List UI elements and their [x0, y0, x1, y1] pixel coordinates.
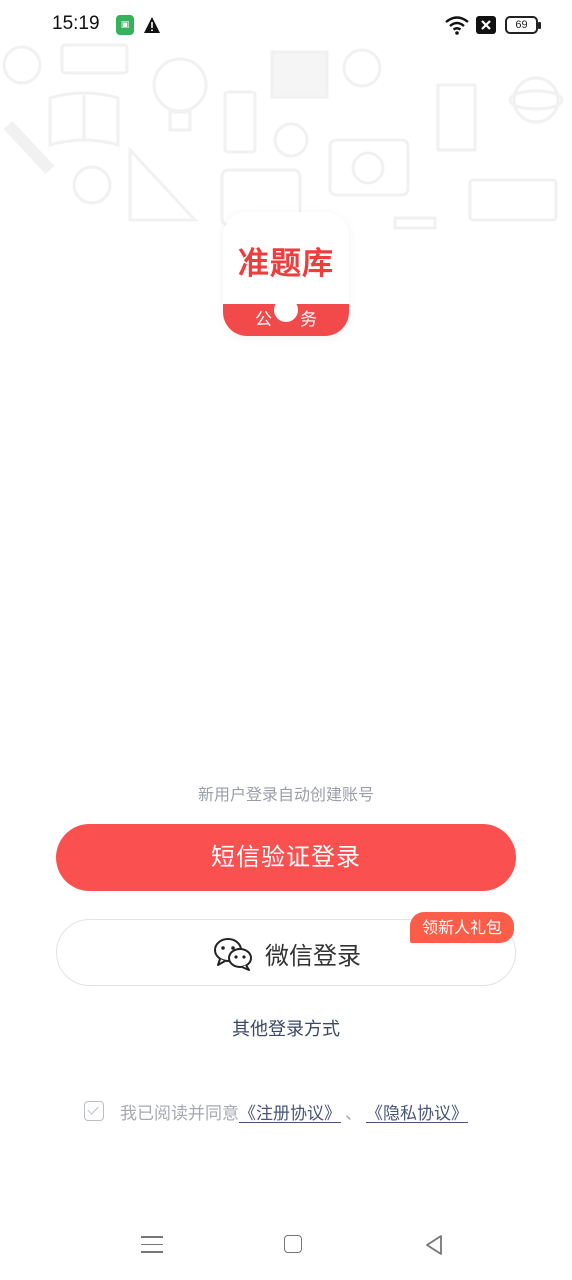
recent-apps-button[interactable] — [141, 1236, 163, 1254]
new-user-hint: 新用户登录自动创建账号 — [197, 785, 374, 804]
app-logo: 准题库 公务 — [223, 212, 349, 336]
status-time: 15:19 — [52, 13, 100, 34]
logo-name: 准题库 — [238, 246, 334, 282]
logo-subtitle: 公务 — [255, 310, 345, 330]
wechat-login-label: 微信登录 — [265, 942, 361, 970]
new-user-gift-badge: 领新人礼包 — [410, 912, 515, 943]
battery-icon: 69 — [505, 16, 541, 34]
wechat-icon — [214, 937, 252, 971]
status-bar: 15:19 ▣ 69 — [0, 0, 572, 52]
other-login-methods-link[interactable]: 其他登录方式 — [0, 1015, 572, 1041]
privacy-agreement-link[interactable]: 《隐私协议》 — [366, 1099, 468, 1124]
warning-icon — [144, 17, 160, 33]
home-button[interactable] — [284, 1235, 302, 1253]
back-button[interactable] — [424, 1234, 444, 1256]
agreement-separator: 、 — [345, 1103, 362, 1124]
register-agreement-link[interactable]: 《注册协议》 — [239, 1099, 341, 1124]
sms-login-button[interactable]: 短信验证登录 — [56, 824, 516, 891]
agreement-checkbox[interactable] — [84, 1101, 104, 1121]
agreement-row: 我已阅读并同意 《注册协议》 、 《隐私协议》 — [84, 1099, 524, 1124]
app-notification-icon: ▣ — [116, 15, 134, 35]
wifi-icon — [445, 16, 469, 35]
navigation-bar — [0, 1210, 572, 1280]
agreement-prefix: 我已阅读并同意 — [120, 1103, 239, 1124]
signal-off-icon — [476, 16, 496, 34]
